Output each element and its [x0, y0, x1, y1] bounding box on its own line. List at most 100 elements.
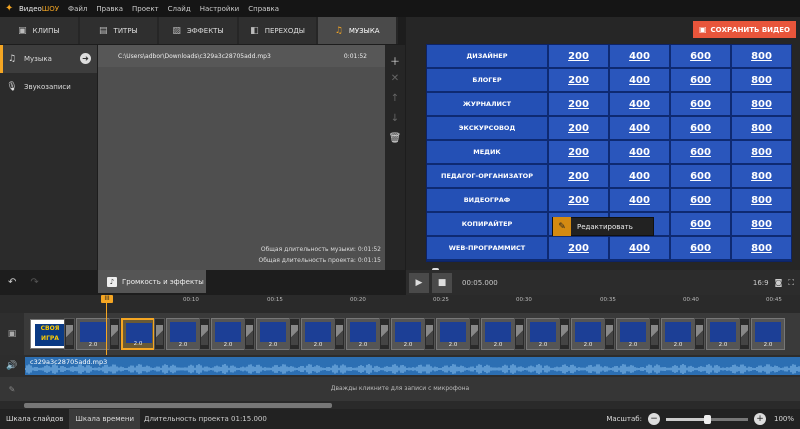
- add-music-button[interactable]: ＋: [390, 53, 400, 73]
- slide-clip[interactable]: 2.0: [121, 318, 155, 350]
- sidebar-item-music[interactable]: ♫ Музыка ➜: [0, 45, 97, 73]
- audio-clip[interactable]: c329a3c28705add.mp3: [25, 357, 800, 375]
- game-row: ЭКСКУРСОВОД 200 400 600 800: [427, 117, 791, 141]
- clip-duration: 2.0: [223, 342, 233, 348]
- slide-clip[interactable]: 2.0: [211, 318, 245, 350]
- menu-edit[interactable]: Правка: [96, 5, 123, 13]
- menu-help[interactable]: Справка: [248, 5, 279, 13]
- effects-icon: ▨: [172, 25, 181, 36]
- slide-clip[interactable]: 2.0: [481, 318, 515, 350]
- clip-thumbnail: [126, 323, 152, 343]
- slide-clip[interactable]: 2.0: [166, 318, 200, 350]
- slide-clip[interactable]: 2.0: [526, 318, 560, 350]
- play-button[interactable]: ▶: [409, 272, 429, 293]
- slide-clip[interactable]: 2.0: [616, 318, 650, 350]
- clip-thumbnail: [350, 322, 376, 342]
- menu-project[interactable]: Проект: [132, 5, 159, 13]
- transition-marker[interactable]: [424, 318, 435, 350]
- menu-slide[interactable]: Слайд: [168, 5, 191, 13]
- zoom-slider[interactable]: [665, 414, 748, 424]
- tab-transitions[interactable]: ◧ ПЕРЕХОДЫ: [238, 17, 317, 44]
- transition-marker[interactable]: [469, 318, 480, 350]
- sidebar: ♫ Музыка ➜ 🎙 Звукозаписи: [0, 45, 97, 270]
- status-bar: Шкала слайдов Шкала времени Длительность…: [0, 409, 800, 429]
- playhead[interactable]: III: [101, 295, 113, 303]
- tab-time-scale[interactable]: Шкала времени: [69, 409, 140, 429]
- transition-marker[interactable]: [604, 318, 615, 350]
- speaker-icon[interactable]: 🔊: [0, 355, 24, 377]
- menu-file[interactable]: Файл: [68, 5, 87, 13]
- slide-clip[interactable]: 2.0: [76, 318, 110, 350]
- logo-clip[interactable]: СВОЯ ИГРА: [30, 319, 68, 349]
- transition-marker[interactable]: [64, 318, 75, 350]
- transition-icon: [426, 325, 433, 345]
- zoom-knob[interactable]: [703, 414, 711, 424]
- save-video-button[interactable]: ▣ СОХРАНИТЬ ВИДЕО: [692, 21, 796, 38]
- snapshot-icon[interactable]: ◙: [775, 278, 783, 287]
- sidebar-item-recordings[interactable]: 🎙 Звукозаписи: [0, 73, 97, 101]
- move-down-button[interactable]: ↓: [391, 113, 399, 133]
- move-up-button[interactable]: ↑: [391, 93, 399, 113]
- point-value: 800: [732, 117, 791, 141]
- transition-icon: [606, 325, 613, 345]
- transition-marker[interactable]: [289, 318, 300, 350]
- clip-thumbnail: [575, 322, 601, 342]
- tab-clips[interactable]: ▣ КЛИПЫ: [0, 17, 78, 44]
- slide-clip[interactable]: 2.0: [346, 318, 380, 350]
- music-track-path: C:\Users\adbor\Downloads\c329a3c28705add…: [118, 52, 271, 60]
- remove-music-button[interactable]: ✕: [391, 73, 399, 93]
- slide-clip[interactable]: 2.0: [436, 318, 470, 350]
- transition-icon: [246, 325, 253, 345]
- transition-marker[interactable]: [649, 318, 660, 350]
- zoom-in-button[interactable]: +: [753, 413, 766, 425]
- tab-titles[interactable]: ▤ ТИТРЫ: [79, 17, 158, 44]
- transition-marker[interactable]: [694, 318, 705, 350]
- point-value: 800: [732, 213, 791, 237]
- point-value: 800: [732, 165, 791, 189]
- fullscreen-icon[interactable]: ⛶: [788, 278, 794, 288]
- zoom-out-button[interactable]: −: [647, 413, 660, 425]
- scrollbar-thumb[interactable]: [24, 403, 332, 408]
- transition-marker[interactable]: [739, 318, 750, 350]
- slide-clip[interactable]: 2.0: [751, 318, 785, 350]
- transition-marker[interactable]: [154, 318, 165, 350]
- transition-marker[interactable]: [199, 318, 210, 350]
- slide-clip[interactable]: 2.0: [706, 318, 740, 350]
- transition-marker[interactable]: [514, 318, 525, 350]
- game-row: МЕДИК 200 400 600 800: [427, 141, 791, 165]
- music-track-row[interactable]: C:\Users\adbor\Downloads\c329a3c28705add…: [98, 45, 385, 67]
- slide-clip[interactable]: 2.0: [301, 318, 335, 350]
- ruler-tick: 00:30: [516, 297, 532, 303]
- music-list: C:\Users\adbor\Downloads\c329a3c28705add…: [98, 45, 385, 270]
- slide-clip[interactable]: 2.0: [571, 318, 605, 350]
- timeline-scrollbar[interactable]: [0, 401, 800, 409]
- trash-icon[interactable]: 🗑: [389, 133, 402, 153]
- timeline-ruler[interactable]: 00:10 00:15 00:20 00:25 00:30 00:35 00:4…: [0, 295, 800, 313]
- clip-thumbnail: [485, 322, 511, 342]
- stop-button[interactable]: ■: [432, 272, 452, 293]
- mic-track[interactable]: ✎ Дважды кликните для записи с микрофона: [0, 377, 800, 401]
- clip-thumbnail: [215, 322, 241, 342]
- transition-marker[interactable]: [559, 318, 570, 350]
- transition-marker[interactable]: [244, 318, 255, 350]
- point-value: 600: [671, 117, 732, 141]
- context-edit-item[interactable]: Редактировать: [577, 223, 633, 231]
- clip-duration: 2.0: [403, 342, 413, 348]
- clip-thumbnail: [170, 322, 196, 342]
- slide-clip[interactable]: 2.0: [661, 318, 695, 350]
- transition-marker[interactable]: [379, 318, 390, 350]
- undo-icon[interactable]: ↶: [8, 277, 16, 288]
- slide-clip[interactable]: 2.0: [391, 318, 425, 350]
- slide-clip[interactable]: 2.0: [256, 318, 290, 350]
- tab-effects[interactable]: ▨ ЭФФЕКТЫ: [159, 17, 237, 44]
- transition-marker[interactable]: [109, 318, 120, 350]
- ruler-tick: 00:45: [766, 297, 782, 303]
- volume-effects-button[interactable]: ♪ Громкость и эффекты: [98, 270, 206, 293]
- redo-icon[interactable]: ↷: [30, 277, 38, 288]
- menu-settings[interactable]: Настройки: [200, 5, 240, 13]
- tab-music[interactable]: ♫ МУЗЫКА: [318, 17, 396, 44]
- undo-redo-bar: ↶ ↷: [0, 270, 98, 295]
- transition-marker[interactable]: [334, 318, 345, 350]
- tab-slide-scale[interactable]: Шкала слайдов: [0, 409, 69, 429]
- aspect-ratio[interactable]: 16:9: [753, 279, 769, 287]
